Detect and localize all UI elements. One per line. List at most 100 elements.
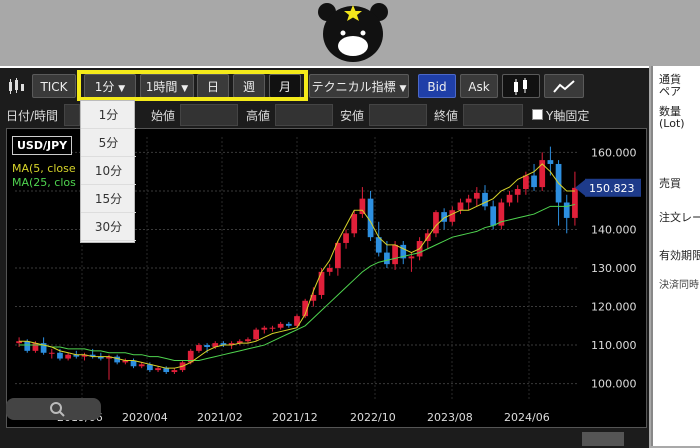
y-tick-label: 110.000	[591, 339, 637, 352]
candle-body	[261, 327, 268, 330]
candle-body	[138, 364, 145, 367]
datetime-value	[64, 104, 80, 126]
candle-body	[531, 175, 537, 188]
candle-body	[359, 198, 366, 215]
candle-body	[408, 256, 415, 259]
dropdown-item-15min[interactable]: 15分	[81, 185, 136, 213]
candle-body	[171, 370, 178, 373]
candle-body	[65, 354, 71, 359]
yaxis-fix-checkbox[interactable]	[532, 109, 543, 120]
order-side-panel: 通貨 ペア 数量 (Lot) 売買 注文レー 有効期限 決済同時	[651, 66, 700, 446]
dropdown-item-1min[interactable]: 1分	[81, 101, 136, 129]
dropdown-item-5min[interactable]: 5分	[81, 129, 136, 157]
expiry-label: 有効期限	[659, 249, 700, 262]
bear-mascot-icon	[318, 3, 388, 62]
low-value	[369, 104, 427, 126]
candle-body	[163, 368, 170, 373]
candle-body	[343, 233, 349, 243]
chevron-down-icon: ▼	[399, 84, 407, 94]
candle-body	[465, 198, 472, 203]
candle-chart-icon[interactable]	[4, 74, 28, 98]
hour-interval-select[interactable]: 1時間 ▼	[140, 74, 194, 98]
x-tick-label: 2023/08	[427, 411, 473, 424]
candle-body	[523, 175, 529, 190]
x-tick-label: 2021/02	[197, 411, 243, 424]
current-price-label: 150.823	[589, 182, 635, 195]
x-tick-label: 2021/12	[272, 411, 318, 424]
settlement-label: 決済同時	[659, 280, 699, 291]
zoom-icon	[50, 402, 65, 417]
y-tick-label: 140.000	[591, 223, 637, 236]
candle-body	[384, 252, 390, 265]
buy-sell-label: 売買	[659, 177, 681, 190]
scroll-right-button[interactable]	[582, 432, 624, 446]
candle-body	[367, 198, 374, 238]
candle-body	[155, 368, 161, 371]
currency-pair-label: 通貨 ペア	[659, 73, 681, 98]
yaxis-fix-label: Y軸固定	[546, 109, 590, 123]
dropdown-item-30min[interactable]: 30分	[81, 213, 136, 241]
candle-body	[253, 329, 259, 340]
candle-body	[547, 160, 554, 164]
candle-body	[482, 192, 488, 207]
minute-interval-select[interactable]: 1分 ▼	[84, 74, 136, 98]
order-rate-label: 注文レー	[659, 211, 700, 224]
candle-body	[351, 214, 358, 234]
candle-body	[449, 210, 456, 222]
dropdown-item-10min[interactable]: 10分	[81, 157, 136, 185]
low-label: 安値	[340, 109, 365, 123]
y-tick-label: 130.000	[591, 262, 637, 275]
close-label: 終値	[434, 109, 459, 123]
symbol-badge: USD/JPY	[12, 136, 73, 155]
minute-interval-value: 1分	[94, 80, 115, 94]
candle-body	[506, 194, 513, 203]
candle-body	[514, 189, 521, 195]
technical-indicator-label: テクニカル指標	[311, 80, 396, 94]
week-interval-button[interactable]: 週	[233, 74, 265, 98]
candle-body	[490, 206, 497, 226]
y-tick-label: 160.000	[591, 146, 637, 159]
chart-scrollbar[interactable]	[6, 398, 101, 420]
candle-body	[245, 339, 251, 342]
candle-body	[457, 202, 464, 211]
candle-body	[392, 244, 398, 265]
candlestick-mode-icon[interactable]	[502, 74, 540, 98]
chevron-down-icon: ▼	[118, 84, 126, 94]
candle-body	[285, 323, 292, 326]
candle-body	[196, 345, 202, 351]
tick-button[interactable]: TICK	[32, 74, 76, 98]
ma5-legend: MA(5, close	[12, 162, 76, 175]
high-label: 高値	[246, 109, 271, 123]
candle-body	[563, 202, 570, 218]
candle-body	[572, 187, 578, 218]
x-tick-label: 2020/04	[122, 411, 168, 424]
candle-body	[269, 327, 276, 329]
candle-body	[433, 212, 439, 234]
day-interval-button[interactable]: 日	[197, 74, 229, 98]
ask-button[interactable]: Ask	[460, 74, 498, 98]
candle-body	[32, 343, 39, 351]
y-tick-label: 120.000	[591, 301, 637, 314]
line-chart-mode-icon[interactable]	[544, 74, 584, 98]
technical-indicator-select[interactable]: テクニカル指標 ▼	[309, 74, 409, 98]
close-value	[463, 104, 523, 126]
candle-body	[48, 352, 55, 354]
ma25-legend: MA(25, clos	[12, 176, 76, 189]
datetime-label: 日付/時間	[6, 109, 59, 123]
x-tick-label: 2024/06	[504, 411, 550, 424]
candle-body	[24, 341, 31, 351]
chart-toolbar: TICK 1分 ▼ 1時間 ▼ 日 週 月 テクニカル指標 ▼ Bid Ask	[0, 70, 649, 104]
chevron-down-icon: ▼	[181, 84, 189, 94]
minute-interval-dropdown: 1分 5分 10分 15分 30分	[80, 100, 136, 243]
candle-body	[57, 352, 63, 359]
quantity-label: 数量 (Lot)	[659, 105, 685, 130]
candle-body	[326, 268, 333, 272]
candle-body	[473, 192, 480, 199]
open-label: 始値	[151, 109, 176, 123]
y-tick-label: 100.000	[591, 378, 637, 391]
bid-button[interactable]: Bid	[418, 74, 456, 98]
high-value	[275, 104, 333, 126]
month-interval-button[interactable]: 月	[269, 74, 301, 98]
candle-body	[277, 323, 284, 328]
hour-interval-value: 1時間	[145, 80, 178, 94]
